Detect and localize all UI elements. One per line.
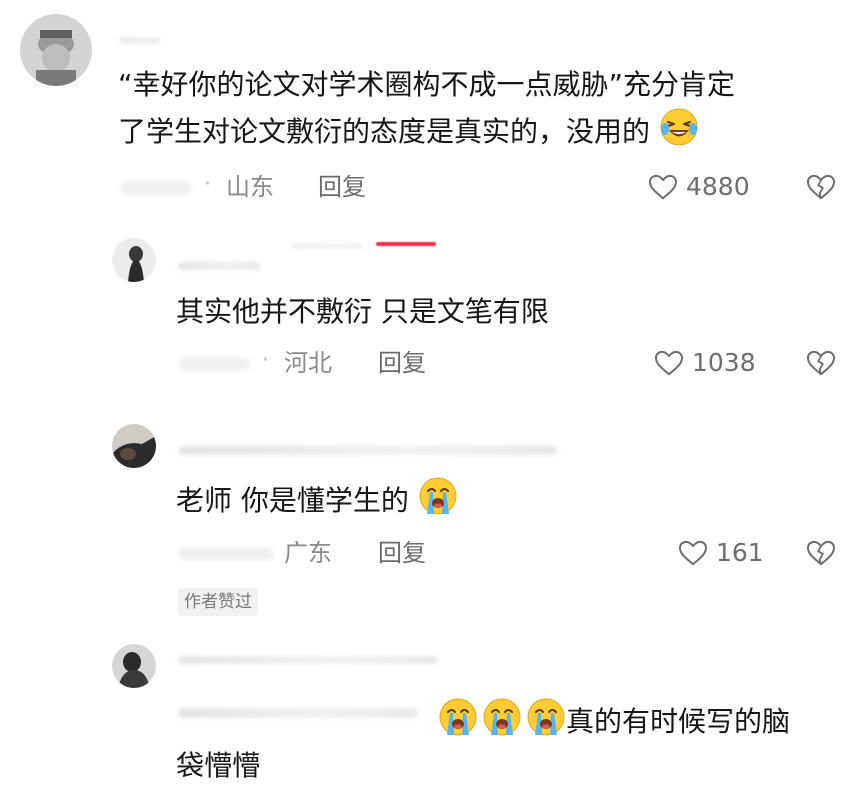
username-blurred[interactable] bbox=[178, 262, 260, 270]
comment-text-line1: 真的有时候写的脑 bbox=[566, 705, 791, 738]
avatar[interactable] bbox=[112, 644, 156, 688]
comment-text-line1: “幸好你的论文对学术圈构不成一点威胁”充分肯定 bbox=[118, 68, 736, 101]
comment-text-continued: 袋懵懵 bbox=[176, 744, 260, 788]
heart-outline-icon bbox=[648, 174, 678, 200]
timestamp-blurred bbox=[120, 182, 192, 194]
like-count: 1038 bbox=[692, 348, 756, 377]
username-blurred-2 bbox=[292, 244, 362, 248]
like-button[interactable]: 4880 bbox=[648, 172, 750, 202]
broken-heart-icon bbox=[806, 350, 836, 376]
username-blurred[interactable] bbox=[120, 38, 160, 44]
dislike-button[interactable] bbox=[806, 540, 836, 566]
location-label: 广东 bbox=[284, 539, 332, 567]
loudly-crying-emoji bbox=[482, 697, 522, 737]
like-count: 161 bbox=[716, 538, 764, 567]
comment-text: 老师 你是懂学生的 bbox=[176, 476, 458, 523]
red-accent-mark bbox=[376, 242, 436, 246]
loudly-crying-emoji bbox=[418, 476, 458, 516]
meta-separator: · bbox=[262, 348, 269, 373]
author-liked-badge: 作者赞过 bbox=[178, 588, 258, 616]
location-label: 河北 bbox=[284, 349, 332, 377]
location-label: 山东 bbox=[226, 173, 274, 201]
quoted-text-blurred bbox=[178, 708, 418, 718]
reply-button[interactable]: 回复 bbox=[378, 348, 426, 378]
timestamp-blurred bbox=[178, 548, 274, 560]
timestamp-blurred bbox=[178, 358, 250, 370]
reply-button[interactable]: 回复 bbox=[378, 538, 426, 568]
like-button[interactable]: 1038 bbox=[654, 348, 756, 378]
comment-text-line1: 老师 你是懂学生的 bbox=[176, 484, 409, 517]
comment-text-line2: 袋懵懵 bbox=[176, 749, 261, 782]
comment-text: “幸好你的论文对学术圈构不成一点威胁”充分肯定 了学生对论文敷衍的态度是真实的，… bbox=[118, 63, 735, 154]
loudly-crying-emoji bbox=[438, 697, 478, 737]
heart-outline-icon bbox=[678, 540, 708, 566]
broken-heart-icon bbox=[806, 174, 836, 200]
comment-text: 其实他并不敷衍 只是文笔有限 bbox=[176, 290, 549, 334]
heart-outline-icon bbox=[654, 350, 684, 376]
like-button[interactable]: 161 bbox=[678, 538, 764, 568]
avatar[interactable] bbox=[20, 14, 92, 86]
username-blurred[interactable] bbox=[178, 656, 438, 664]
avatar[interactable] bbox=[112, 238, 156, 282]
laughing-tears-emoji bbox=[659, 107, 699, 147]
avatar[interactable] bbox=[112, 424, 156, 468]
comment-text: 真的有时候写的脑 bbox=[438, 697, 790, 744]
comment-text-line2: 了学生对论文敷衍的态度是真实的，没用的 bbox=[118, 115, 651, 148]
reply-button[interactable]: 回复 bbox=[318, 172, 366, 202]
username-blurred[interactable] bbox=[178, 446, 558, 455]
meta-separator: · bbox=[204, 172, 211, 197]
dislike-button[interactable] bbox=[806, 350, 836, 376]
like-count: 4880 bbox=[686, 172, 750, 201]
dislike-button[interactable] bbox=[806, 174, 836, 200]
broken-heart-icon bbox=[806, 540, 836, 566]
loudly-crying-emoji bbox=[526, 697, 566, 737]
comment-text-line1: 其实他并不敷衍 只是文笔有限 bbox=[176, 295, 549, 328]
